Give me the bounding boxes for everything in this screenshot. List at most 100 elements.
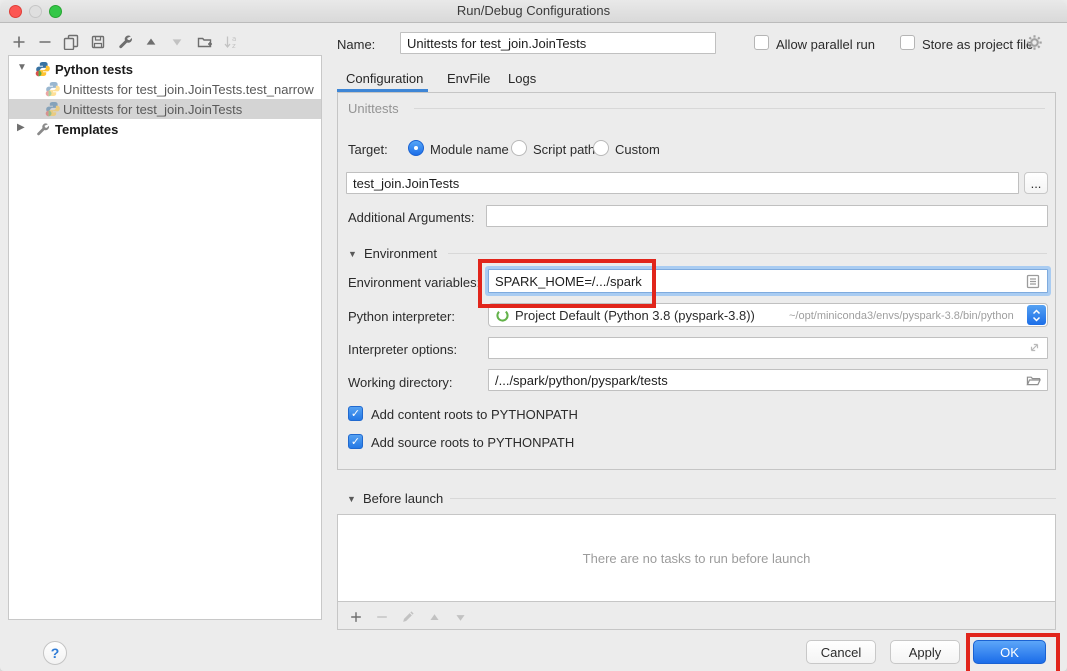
folder-add-icon [197,34,213,50]
combo-stepper-icon[interactable] [1027,305,1046,325]
chevron-down-icon[interactable]: ▼ [17,62,27,73]
browse-folder-icon[interactable] [1026,373,1041,392]
gear-icon [1026,34,1043,51]
ok-button[interactable]: OK [973,640,1046,664]
move-task-up-button[interactable] [422,605,446,629]
before-launch-task-list[interactable]: There are no tasks to run before launch [338,515,1055,602]
svg-text:z: z [232,42,236,50]
environment-section-label: Environment [364,246,437,261]
move-down-button[interactable] [165,31,189,53]
working-directory-input[interactable] [488,369,1048,391]
wrench-icon [117,34,133,50]
radio-script-path[interactable] [511,140,527,156]
environment-variables-input[interactable] [488,269,1048,293]
tree-item-label: Unittests for test_join.JoinTests [63,102,321,117]
before-launch-tasks-panel: There are no tasks to run before launch [337,514,1056,630]
python-interpreter-select[interactable]: Project Default (Python 3.8 (pyspark-3.8… [488,303,1048,327]
add-content-roots-label: Add content roots to PYTHONPATH [371,407,578,422]
divider [448,253,1047,254]
minus-icon [375,610,389,624]
additional-arguments-label: Additional Arguments: [348,210,474,225]
add-configuration-button[interactable] [7,31,31,53]
tree-item-jointests-selected[interactable]: Unittests for test_join.JoinTests [9,99,321,119]
store-as-project-file-label: Store as project file [922,37,1033,52]
radio-custom[interactable] [593,140,609,156]
copy-configuration-button[interactable] [59,31,83,53]
radio-module-name[interactable] [408,140,424,156]
allow-parallel-run-checkbox[interactable] [754,35,769,50]
add-task-button[interactable] [344,605,368,629]
tree-templates-label: Templates [55,122,118,137]
interpreter-options-label: Interpreter options: [348,342,457,357]
tree-group-templates[interactable]: ▶ Templates [9,119,321,139]
sort-az-icon: az [223,34,239,50]
plus-icon [11,34,27,50]
before-launch-section-label: Before launch [363,491,443,506]
save-icon [90,34,106,50]
minus-icon [37,34,53,50]
tab-configuration[interactable]: Configuration [346,71,423,86]
no-tasks-message: There are no tasks to run before launch [583,551,811,566]
allow-parallel-run-label: Allow parallel run [776,37,875,52]
tab-logs[interactable]: Logs [508,71,536,86]
arrow-up-icon [428,611,441,624]
apply-button[interactable]: Apply [890,640,960,664]
python-test-icon [45,81,61,97]
working-directory-label: Working directory: [348,375,453,390]
remove-task-button[interactable] [370,605,394,629]
help-button[interactable]: ? [43,641,67,665]
tree-group-python-tests[interactable]: ▼ Python tests [9,59,321,79]
arrow-up-icon [144,35,158,49]
pencil-icon [401,610,415,624]
copy-icon [63,34,79,50]
radio-module-name-label: Module name [430,142,509,157]
python-interpreter-label: Python interpreter: [348,309,455,324]
configuration-panel: Unittests Target: Module name Script pat… [337,92,1056,470]
divider [414,108,1045,109]
arrow-down-icon [170,35,184,49]
configurations-tree: ▼ Python tests Unittests for test_join.J… [8,55,322,620]
sort-configurations-button[interactable]: az [219,31,243,53]
window-title: Run/Debug Configurations [0,3,1067,18]
add-content-roots-checkbox[interactable]: ✓ [348,406,363,421]
unittests-group-label: Unittests [348,101,399,116]
tab-envfile[interactable]: EnvFile [447,71,490,86]
chevron-right-icon[interactable]: ▶ [17,122,25,133]
save-configuration-button[interactable] [86,31,110,53]
tree-item-test-narrow[interactable]: Unittests for test_join.JoinTests.test_n… [9,79,321,99]
tree-item-label: Unittests for test_join.JoinTests.test_n… [63,82,321,97]
arrow-down-icon [454,611,467,624]
run-debug-configurations-dialog: Run/Debug Configurations az ▼ Python tes… [0,0,1067,671]
name-label: Name: [337,37,375,52]
tree-group-label: Python tests [55,62,133,77]
store-options-gear-button[interactable] [1026,34,1043,56]
interpreter-options-input[interactable] [488,337,1048,359]
edit-task-button[interactable] [396,605,420,629]
edit-env-vars-list-icon[interactable] [1026,274,1040,294]
radio-script-path-label: Script path [533,142,595,157]
templates-wrench-icon [35,122,51,138]
add-source-roots-label: Add source roots to PYTHONPATH [371,435,574,450]
python-test-icon [45,101,61,117]
name-input[interactable] [400,32,716,54]
chevron-down-icon[interactable]: ▼ [348,249,357,259]
titlebar: Run/Debug Configurations [0,0,1067,23]
store-as-project-file-checkbox[interactable] [900,35,915,50]
radio-custom-label: Custom [615,142,660,157]
divider [450,498,1056,499]
move-up-button[interactable] [139,31,163,53]
add-source-roots-checkbox[interactable]: ✓ [348,434,363,449]
move-task-down-button[interactable] [448,605,472,629]
browse-module-button[interactable]: ... [1024,172,1048,194]
additional-arguments-input[interactable] [486,205,1048,227]
python-tests-icon [35,61,51,77]
edit-templates-button[interactable] [113,31,137,53]
target-module-input[interactable] [346,172,1019,194]
cancel-button[interactable]: Cancel [806,640,876,664]
plus-icon [349,610,363,624]
expand-editor-icon[interactable] [1028,341,1041,359]
create-folder-button[interactable] [193,31,217,53]
chevron-down-icon[interactable]: ▼ [347,494,356,504]
remove-configuration-button[interactable] [33,31,57,53]
target-label: Target: [348,142,388,157]
